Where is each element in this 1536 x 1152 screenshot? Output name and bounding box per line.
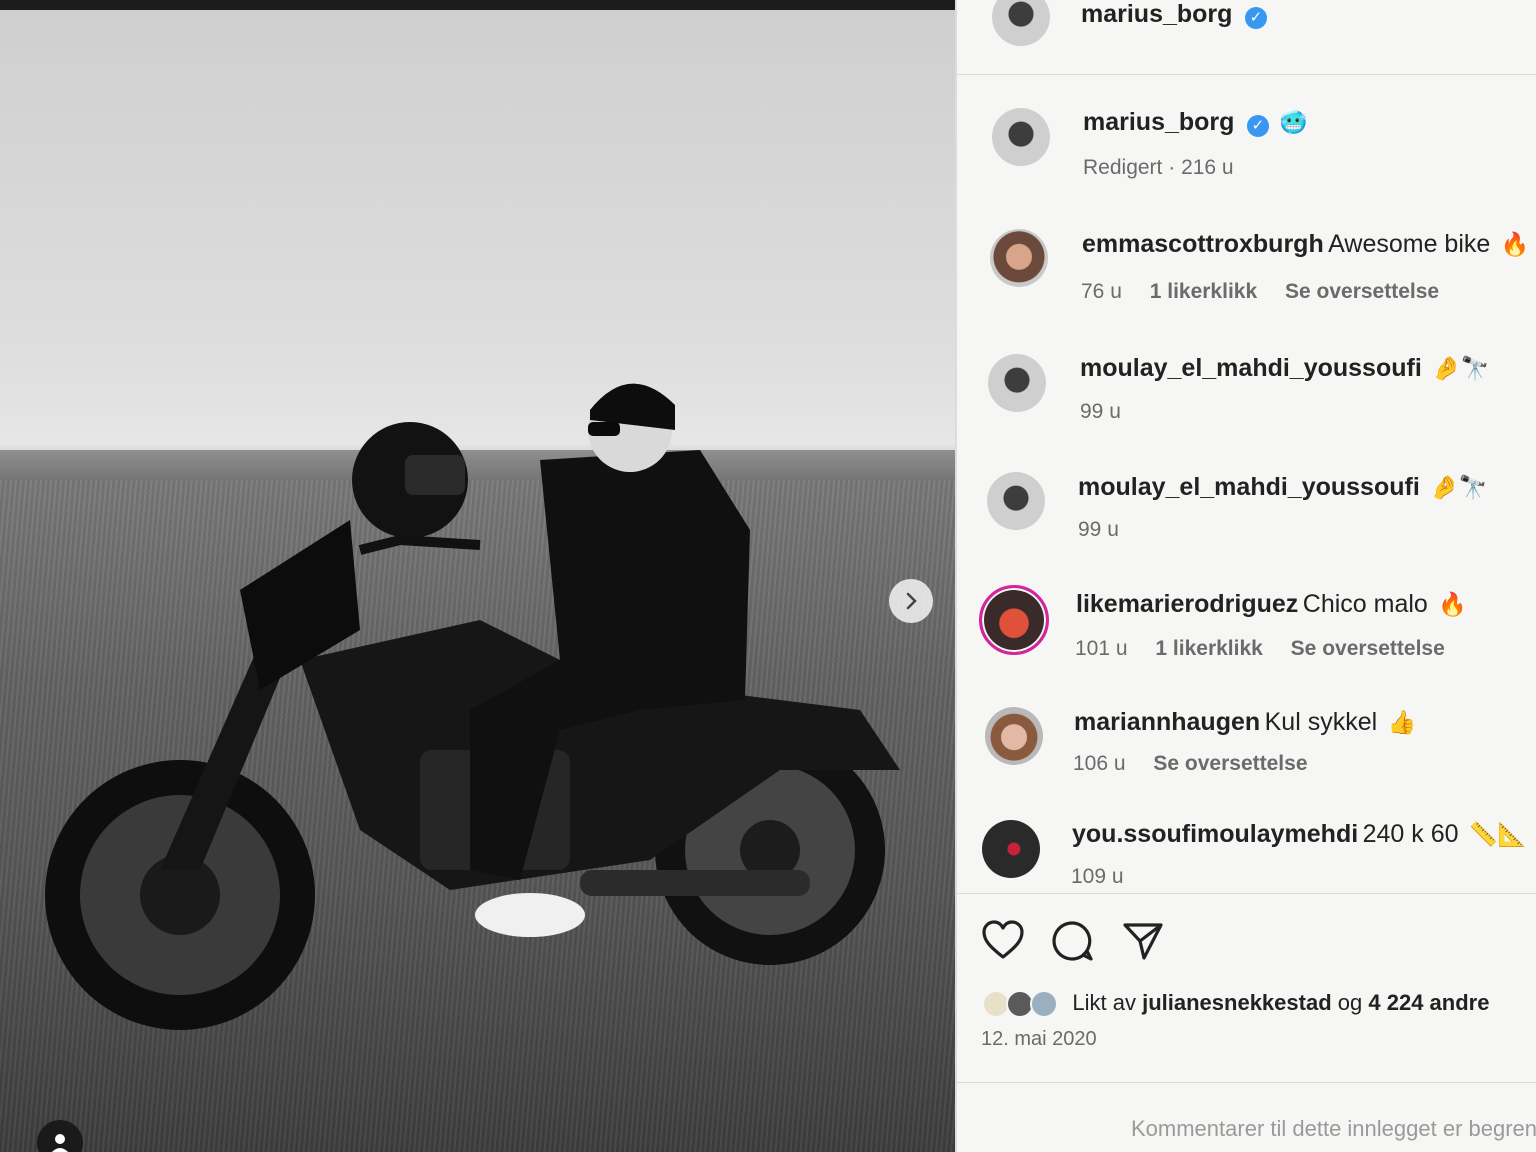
send-icon[interactable] — [1122, 920, 1164, 962]
comment-meta: 99 u — [1080, 400, 1143, 424]
comment-emoji: 🔥 — [1438, 592, 1467, 618]
comment-avatar-story-ring[interactable] — [979, 585, 1049, 655]
verified-badge-icon: ✓ — [1246, 114, 1269, 137]
liked-by-joiner: og — [1337, 990, 1363, 1015]
comment-text: Chico malo — [1302, 590, 1428, 618]
post-side-panel: marius_borg ✓ marius_borg ✓ 🥶 Redigert ·… — [955, 0, 1536, 1152]
comment-meta: 101 u 1 likerklikk Se oversettelse — [1075, 637, 1467, 661]
author-avatar[interactable] — [992, 0, 1050, 46]
comment-time: 99 u — [1080, 400, 1121, 423]
footer-divider — [957, 1082, 1536, 1083]
chevron-right-icon — [906, 592, 917, 610]
comment-likes[interactable]: 1 likerklikk — [1155, 637, 1262, 660]
comment-meta: 99 u — [1078, 518, 1141, 542]
comment-emoji: 🤌🔭 — [1430, 475, 1488, 501]
liker-avatar — [1030, 990, 1059, 1019]
comment-emoji: 📏📐 — [1469, 822, 1527, 848]
comment: likemarierodriguez Chico malo 🔥 — [1076, 590, 1467, 619]
comment: mariannhaugen Kul sykkel 👍 — [1074, 708, 1416, 737]
heart-icon[interactable] — [981, 920, 1025, 960]
comment-time: 76 u — [1081, 280, 1122, 303]
comment-text: Kul sykkel — [1264, 708, 1378, 736]
see-translation-link[interactable]: Se oversettelse — [1285, 280, 1439, 303]
comment: moulay_el_mahdi_youssoufi 🤌🔭 — [1080, 354, 1490, 383]
post-header: marius_borg ✓ — [1081, 0, 1267, 29]
liked-by-prefix: Likt av — [1072, 990, 1136, 1015]
caption: marius_borg ✓ 🥶 — [1083, 108, 1308, 137]
liked-by-row: Likt av julianesnekkestad og 4 224 andre — [982, 990, 1489, 1019]
comment-meta: 106 u Se oversettelse — [1073, 752, 1330, 776]
see-translation-link[interactable]: Se oversettelse — [1153, 752, 1307, 775]
comment-time: 99 u — [1078, 518, 1119, 541]
header-divider — [957, 74, 1536, 75]
comment-text: Awesome bike — [1328, 230, 1491, 258]
comment-avatar[interactable] — [988, 354, 1046, 412]
comment-likes[interactable]: 1 likerklikk — [1150, 280, 1257, 303]
comment-emoji: 🤌🔭 — [1432, 356, 1490, 382]
comment-avatar[interactable] — [982, 820, 1040, 878]
author-username[interactable]: marius_borg — [1081, 0, 1232, 28]
caption-username[interactable]: marius_borg — [1083, 108, 1234, 136]
comment-emoji: 🔥 — [1500, 232, 1530, 258]
caption-author-avatar[interactable] — [992, 108, 1050, 166]
comment-emoji: 👍 — [1387, 710, 1417, 736]
next-photo-button[interactable] — [889, 579, 933, 623]
comment-username[interactable]: emmascottroxburgh — [1082, 230, 1324, 258]
liked-by-user[interactable]: julianesnekkestad — [1142, 990, 1332, 1015]
comment-avatar[interactable] — [987, 472, 1045, 530]
comment-icon[interactable] — [1052, 920, 1094, 962]
comment: you.ssoufimoulaymehdi 240 k 60 📏📐 — [1072, 820, 1526, 849]
comment: moulay_el_mahdi_youssoufi 🤌🔭 — [1078, 473, 1488, 502]
see-translation-link[interactable]: Se oversettelse — [1291, 637, 1445, 660]
comment-username[interactable]: moulay_el_mahdi_youssoufi — [1078, 473, 1420, 501]
comment-time: 106 u — [1073, 752, 1126, 775]
comment-meta: 76 u 1 likerklikk Se oversettelse — [1081, 280, 1461, 304]
edited-time: 216 u — [1181, 156, 1234, 179]
caption-emoji: 🥶 — [1279, 110, 1308, 136]
edited-label: Redigert — [1083, 156, 1163, 179]
comment-username[interactable]: you.ssoufimoulaymehdi — [1072, 820, 1358, 848]
comment-text: 240 k 60 — [1362, 820, 1459, 848]
comments-limited-notice: Kommentarer til dette innlegget er begre… — [1131, 1116, 1536, 1141]
comment-username[interactable]: mariannhaugen — [1074, 708, 1260, 736]
comment: emmascottroxburgh Awesome bike 🔥 — [1082, 230, 1529, 259]
comment-avatar[interactable] — [985, 707, 1043, 765]
comment-time: 101 u — [1075, 637, 1128, 660]
comments-divider — [957, 893, 1536, 894]
comment-time: 109 u — [1071, 865, 1124, 888]
comment-username[interactable]: moulay_el_mahdi_youssoufi — [1080, 354, 1422, 382]
comment-username[interactable]: likemarierodriguez — [1076, 590, 1298, 618]
post-photo — [0, 10, 955, 1152]
comment-meta: 109 u — [1071, 865, 1146, 889]
user-icon — [52, 1134, 68, 1152]
likes-count[interactable]: 4 224 andre — [1368, 990, 1489, 1015]
caption-meta: Redigert · 216 u — [1083, 156, 1234, 179]
verified-badge-icon: ✓ — [1244, 6, 1267, 29]
post-date[interactable]: 12. mai 2020 — [981, 1028, 1097, 1051]
comment-avatar[interactable] — [990, 229, 1048, 287]
motorcycle-scene — [45, 383, 900, 1030]
